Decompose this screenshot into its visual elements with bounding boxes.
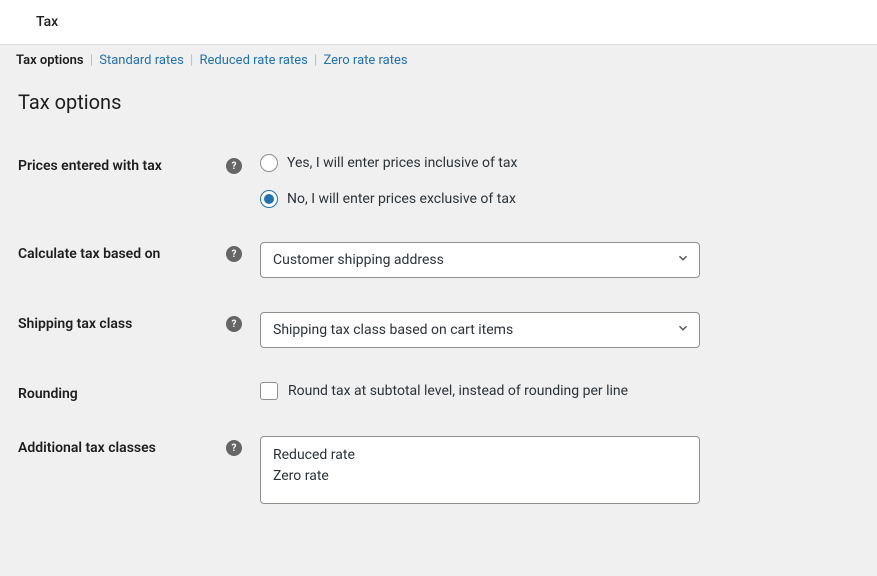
help-icon[interactable]: ? (226, 246, 242, 262)
radio-circle (260, 190, 278, 208)
radio-dot-icon (264, 194, 274, 204)
select-calculate-tax[interactable]: Customer shipping address (260, 242, 700, 278)
select-value: Customer shipping address (273, 252, 444, 268)
row-prices-entered-with-tax: Prices entered with tax ? Yes, I will en… (18, 154, 859, 208)
section-title: Tax options (18, 90, 859, 114)
tab-zero-rate-rates[interactable]: Zero rate rates (323, 53, 407, 68)
row-calculate-tax-based-on: Calculate tax based on ? Customer shippi… (18, 242, 859, 278)
row-shipping-tax-class: Shipping tax class ? Shipping tax class … (18, 312, 859, 348)
radio-prices-inclusive[interactable]: Yes, I will enter prices inclusive of ta… (260, 154, 859, 172)
label-calculate-tax: Calculate tax based on (18, 246, 218, 262)
tab-standard-rates[interactable]: Standard rates (99, 53, 184, 68)
settings-content: Tax options Prices entered with tax ? Ye… (0, 72, 877, 522)
checkbox-label: Round tax at subtotal level, instead of … (288, 383, 628, 399)
tab-reduced-rate-rates[interactable]: Reduced rate rates (199, 53, 307, 68)
row-additional-tax-classes: Additional tax classes ? Reduced rate Ze… (18, 436, 859, 504)
help-icon[interactable]: ? (226, 440, 242, 456)
label-additional-tax-classes: Additional tax classes (18, 440, 218, 456)
radio-prices-exclusive[interactable]: No, I will enter prices exclusive of tax (260, 190, 859, 208)
radio-circle (260, 154, 278, 172)
select-shipping-tax-class[interactable]: Shipping tax class based on cart items (260, 312, 700, 348)
radio-label: No, I will enter prices exclusive of tax (287, 191, 516, 207)
radio-label: Yes, I will enter prices inclusive of ta… (287, 155, 517, 171)
label-shipping-tax-class: Shipping tax class (18, 316, 218, 332)
label-prices-entered: Prices entered with tax (18, 158, 218, 174)
sub-tab-nav: Tax options | Standard rates | Reduced r… (0, 45, 877, 72)
textarea-additional-tax-classes[interactable]: Reduced rate Zero rate (260, 436, 700, 504)
page-title: Tax (36, 14, 58, 30)
row-rounding: Rounding Round tax at subtotal level, in… (18, 382, 859, 402)
checkbox-rounding[interactable]: Round tax at subtotal level, instead of … (260, 382, 859, 400)
help-icon[interactable]: ? (226, 158, 242, 174)
checkbox-box (260, 382, 278, 400)
radio-group-prices-entered: Yes, I will enter prices inclusive of ta… (260, 154, 859, 208)
tab-tax-options[interactable]: Tax options (16, 53, 84, 68)
label-rounding: Rounding (18, 386, 218, 402)
help-icon[interactable]: ? (226, 316, 242, 332)
page-header: Tax (0, 0, 877, 45)
select-value: Shipping tax class based on cart items (273, 322, 513, 338)
